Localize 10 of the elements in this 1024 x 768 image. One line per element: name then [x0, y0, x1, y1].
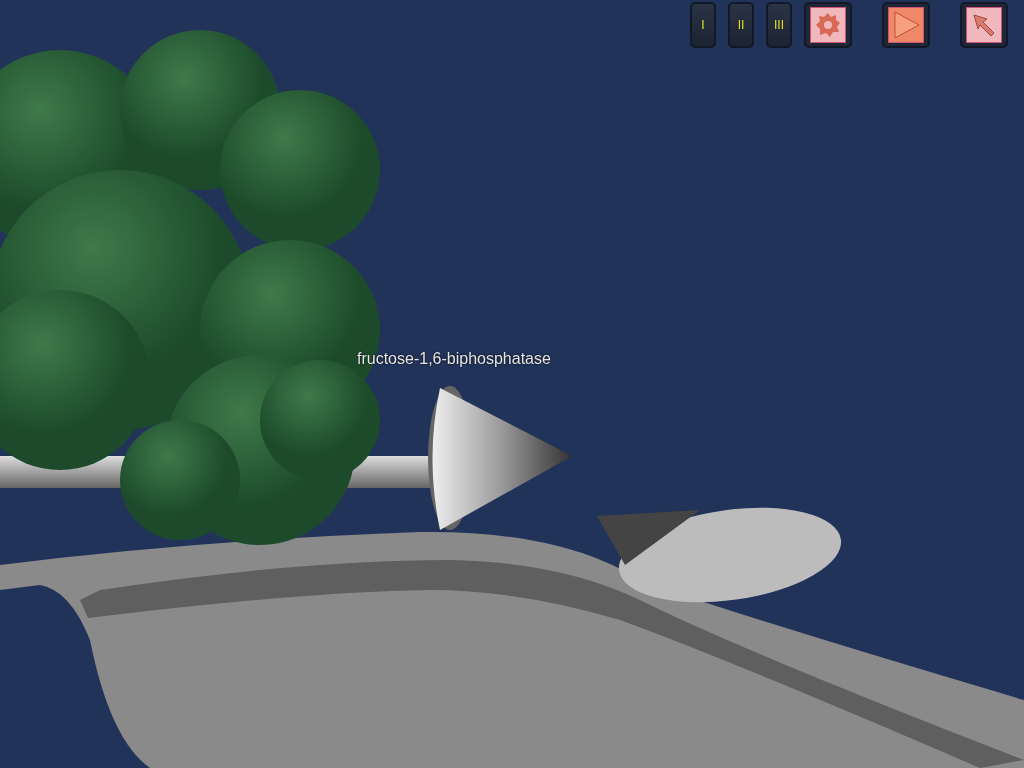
pointer-tool-button[interactable]: [960, 2, 1008, 48]
play-tool-button[interactable]: [882, 2, 930, 48]
level-button[interactable]: III: [766, 2, 792, 48]
level-button[interactable]: I: [690, 2, 716, 48]
protein-label: fructose-1,6-biphosphatase: [357, 349, 551, 369]
level-button[interactable]: II: [728, 2, 754, 48]
triangle-icon: [891, 10, 921, 40]
gear-tool-button[interactable]: [804, 2, 852, 48]
gear-icon: [814, 11, 842, 39]
cursor-arrow-icon: [971, 12, 997, 38]
